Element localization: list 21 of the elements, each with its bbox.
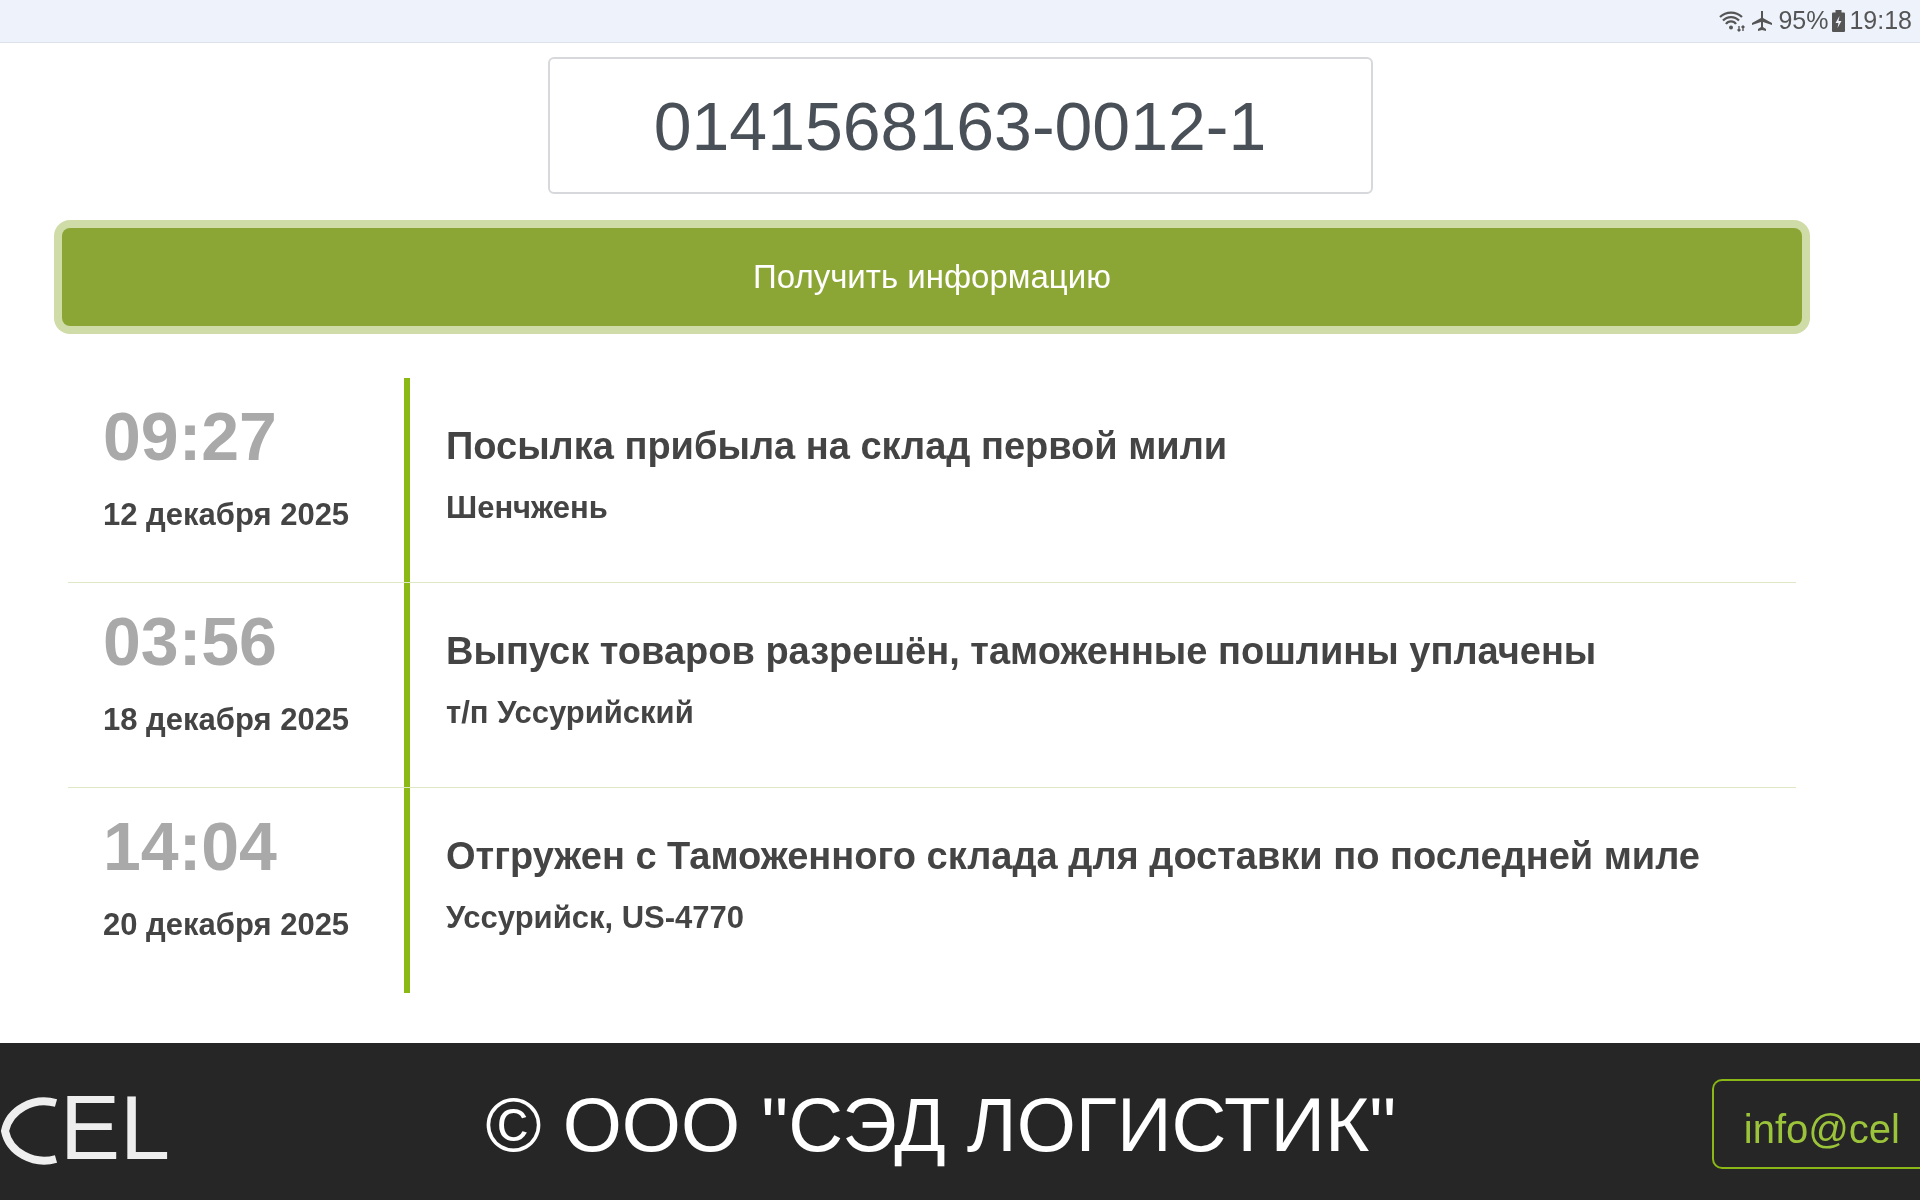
clock-time: 19:18 <box>1849 5 1912 37</box>
event-date: 20 декабря 2025 <box>103 906 351 944</box>
event-title: Отгружен с Таможенного склада для доставки по последней миле <box>446 834 1700 879</box>
event-date: 18 декабря 2025 <box>103 701 351 739</box>
copyright-text: © ООО "СЭД ЛОГИСТИК" <box>485 1087 1397 1169</box>
battery-percent: 95% <box>1778 5 1829 37</box>
airplane-icon <box>1750 9 1775 33</box>
event-title: Выпуск товаров разрешён, таможенные пошлины уплачены <box>446 629 1597 674</box>
event-location: т/п Уссурийский <box>446 694 695 732</box>
event-date: 12 декабря 2025 <box>103 496 351 534</box>
wifi-icon <box>1718 10 1747 32</box>
battery-icon <box>1832 10 1846 32</box>
event-title: Посылка прибыла на склад первой мили <box>446 424 1228 469</box>
logo-text: EL <box>60 1083 171 1180</box>
event-time: 09:27 <box>103 402 278 470</box>
event-location: Шенчжень <box>446 489 609 527</box>
event-time: 03:56 <box>103 607 278 675</box>
event-time: 14:04 <box>103 812 278 880</box>
tracking-number-field[interactable]: 0141568163-0012-1 <box>547 57 1373 194</box>
email-link[interactable]: info@cel <box>1711 1079 1920 1169</box>
event-location: Уссурийск, US-4770 <box>446 899 746 937</box>
